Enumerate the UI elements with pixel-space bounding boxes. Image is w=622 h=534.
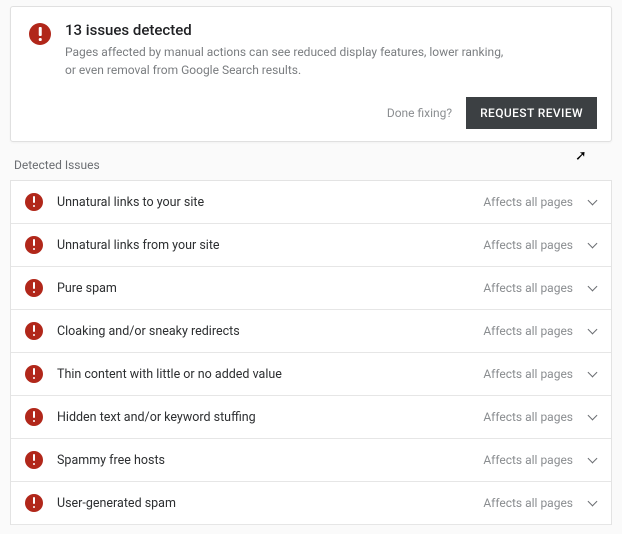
request-review-button[interactable]: REQUEST REVIEW: [466, 97, 597, 129]
alert-icon: [25, 365, 43, 383]
detected-issues-label: Detected Issues: [0, 154, 622, 180]
issue-title: User-generated spam: [57, 496, 483, 511]
alert-icon: [29, 23, 51, 45]
issue-title: Unnatural links to your site: [57, 195, 483, 210]
chevron-down-icon: [587, 240, 597, 250]
issue-row[interactable]: Pure spamAffects all pages: [11, 267, 611, 310]
issue-affects-label: Affects all pages: [483, 410, 573, 424]
issue-row[interactable]: Hidden text and/or keyword stuffingAffec…: [11, 396, 611, 439]
issue-title: Spammy free hosts: [57, 453, 483, 468]
chevron-down-icon: [587, 369, 597, 379]
alert-icon: [25, 494, 43, 512]
issue-title: Cloaking and/or sneaky redirects: [57, 324, 483, 339]
issue-affects-label: Affects all pages: [483, 453, 573, 467]
issue-affects-label: Affects all pages: [483, 281, 573, 295]
issue-affects-label: Affects all pages: [483, 324, 573, 338]
summary-actions: Done fixing? REQUEST REVIEW: [11, 89, 611, 141]
summary-description: Pages affected by manual actions can see…: [65, 43, 505, 79]
issue-title: Unnatural links from your site: [57, 238, 483, 253]
chevron-down-icon: [587, 412, 597, 422]
chevron-down-icon: [587, 498, 597, 508]
chevron-down-icon: [587, 283, 597, 293]
alert-icon: [25, 451, 43, 469]
alert-icon: [25, 193, 43, 211]
issue-affects-label: Affects all pages: [483, 367, 573, 381]
done-fixing-label: Done fixing?: [387, 106, 452, 120]
issue-affects-label: Affects all pages: [483, 195, 573, 209]
alert-icon: [25, 322, 43, 340]
alert-icon: [25, 408, 43, 426]
summary-title: 13 issues detected: [65, 21, 505, 39]
issue-row[interactable]: User-generated spamAffects all pages: [11, 482, 611, 525]
chevron-down-icon: [587, 455, 597, 465]
alert-icon: [25, 236, 43, 254]
issue-row[interactable]: Unnatural links to your siteAffects all …: [11, 181, 611, 224]
issue-title: Hidden text and/or keyword stuffing: [57, 410, 483, 425]
issue-row[interactable]: Spammy free hostsAffects all pages: [11, 439, 611, 482]
summary-text: 13 issues detected Pages affected by man…: [65, 21, 505, 79]
alert-icon: [25, 279, 43, 297]
summary-card: 13 issues detected Pages affected by man…: [10, 6, 612, 142]
issue-title: Thin content with little or no added val…: [57, 367, 483, 382]
chevron-down-icon: [587, 197, 597, 207]
issues-list: Unnatural links to your siteAffects all …: [10, 180, 612, 525]
summary-header: 13 issues detected Pages affected by man…: [11, 7, 611, 89]
issue-row[interactable]: Cloaking and/or sneaky redirectsAffects …: [11, 310, 611, 353]
issue-affects-label: Affects all pages: [483, 238, 573, 252]
issue-affects-label: Affects all pages: [483, 496, 573, 510]
issue-title: Pure spam: [57, 281, 483, 296]
chevron-down-icon: [587, 326, 597, 336]
issue-row[interactable]: Thin content with little or no added val…: [11, 353, 611, 396]
issue-row[interactable]: Unnatural links from your siteAffects al…: [11, 224, 611, 267]
